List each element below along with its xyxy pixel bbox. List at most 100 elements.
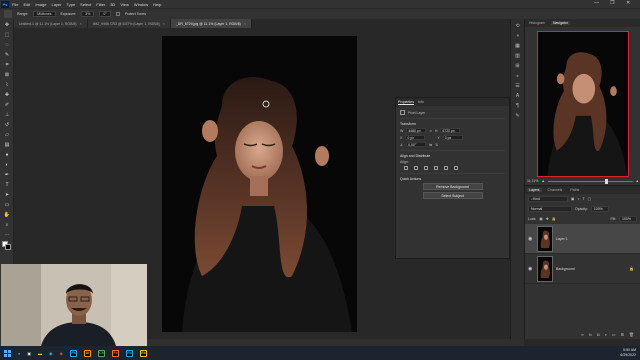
layer-row-background[interactable]: ◉ Background 🔒 <box>525 254 640 284</box>
menu-window[interactable]: Window <box>134 2 148 7</box>
quick-select-tool-icon[interactable]: ✎ <box>3 51 11 59</box>
angle-field[interactable]: 0.00° <box>406 142 427 147</box>
search-icon[interactable]: ⌕ <box>18 351 20 356</box>
navigator-zoom-value[interactable]: 11.11% <box>527 179 538 183</box>
file-explorer-icon[interactable]: ▬ <box>38 351 42 356</box>
photoshop-logo[interactable]: Ps <box>1 0 9 8</box>
healing-tool-icon[interactable]: ✚ <box>3 91 11 99</box>
layer-name[interactable]: Layer 1 <box>556 237 568 241</box>
menu-filter[interactable]: Filter <box>96 2 105 7</box>
align-center-v-icon[interactable] <box>444 166 448 170</box>
tab-dr-5729[interactable]: _DR_5729.jpg @ 11.1% (Layer 1, RGB/8) × <box>170 19 252 28</box>
gradient-tool-icon[interactable]: ▤ <box>3 141 11 149</box>
taskbar-app-ps-icon[interactable]: Ps <box>70 349 78 357</box>
fx-icon[interactable]: fx <box>589 332 592 337</box>
menu-edit[interactable]: Edit <box>23 2 30 7</box>
taskbar-app-ai-icon[interactable]: Ai <box>84 349 92 357</box>
libraries-icon[interactable]: ☰ <box>515 83 521 89</box>
clone-stamp-tool-icon[interactable]: ⊥ <box>3 111 11 119</box>
tab-properties[interactable]: Properties <box>398 100 414 105</box>
protect-tones-checkbox[interactable] <box>115 12 120 16</box>
new-layer-icon[interactable]: ⊞ <box>621 332 624 337</box>
menu-view[interactable]: View <box>120 2 129 7</box>
gradients-icon[interactable]: ▥ <box>515 53 521 59</box>
brush-tool-icon[interactable]: ✐ <box>3 101 11 109</box>
exposure-field[interactable]: 3% <box>81 11 95 17</box>
brushes-icon[interactable]: ✎ <box>515 113 521 119</box>
width-field[interactable]: 4480 px <box>406 128 427 133</box>
eyedropper-tool-icon[interactable]: ⌇ <box>3 81 11 89</box>
layer-filter-kind[interactable]: ⌕ Kind <box>528 196 568 202</box>
hand-tool-icon[interactable]: ✋ <box>3 211 11 219</box>
lock-all-icon[interactable]: 🔒 <box>552 217 556 221</box>
blur-tool-icon[interactable]: ● <box>3 151 11 159</box>
layer-row-layer-1[interactable]: ◉ Layer 1 <box>525 224 640 254</box>
edge-icon[interactable]: ◉ <box>49 351 53 356</box>
move-tool-icon[interactable]: ✥ <box>3 21 11 29</box>
patterns-icon[interactable]: ⊞ <box>515 63 521 69</box>
adjustments-icon[interactable]: ◒ <box>515 73 521 79</box>
tab-untitled-1[interactable]: Untitled-1 @ 11.1% (Layer 1, RGB/8) × <box>14 19 88 28</box>
crop-tool-icon[interactable]: ⌗ <box>3 61 11 69</box>
close-tab-icon[interactable]: × <box>163 22 165 26</box>
tab-img-9906[interactable]: IMG_9906.CR3 @ 8.87% (Layer 1, RGB/8) × <box>87 19 171 28</box>
minimize-button[interactable]: — <box>594 0 599 6</box>
menu-file[interactable]: File <box>12 2 18 7</box>
visibility-eye-icon[interactable]: ◉ <box>528 266 534 272</box>
tab-navigator[interactable]: Navigator <box>550 21 570 25</box>
close-tab-icon[interactable]: × <box>80 22 82 26</box>
link-icon[interactable]: ∞ <box>429 129 432 133</box>
document-canvas-photo[interactable] <box>162 36 357 332</box>
filter-adjustment-icon[interactable]: ◑ <box>577 197 579 201</box>
more-tools-icon[interactable]: ⋯ <box>3 231 11 239</box>
adjustment-layer-icon[interactable]: ◑ <box>604 332 606 337</box>
background-color-swatch[interactable] <box>5 244 11 250</box>
swatches-icon[interactable]: ▦ <box>515 43 521 49</box>
tab-histogram[interactable]: Histogram <box>527 21 547 25</box>
new-group-icon[interactable]: ▭ <box>612 332 616 337</box>
paragraph-icon[interactable]: ¶ <box>515 103 521 109</box>
y-field[interactable]: 0 px <box>442 135 463 140</box>
menu-image[interactable]: Image <box>35 2 46 7</box>
layer-name[interactable]: Background <box>556 267 575 271</box>
windows-start-icon[interactable] <box>4 349 11 357</box>
close-button[interactable]: ✕ <box>626 0 630 6</box>
frame-tool-icon[interactable]: ⊠ <box>3 71 11 79</box>
burn-tool-preset-icon[interactable] <box>4 10 12 18</box>
tab-layers[interactable]: Layers <box>527 188 542 192</box>
blend-mode-dropdown[interactable]: Normal <box>528 206 572 212</box>
system-tray[interactable]: 5:50 AM 6/29/2022 <box>620 348 636 358</box>
eraser-tool-icon[interactable]: ▱ <box>3 131 11 139</box>
maximize-button[interactable]: ❐ <box>610 0 614 6</box>
menu-type[interactable]: Type <box>67 2 76 7</box>
taskbar-app-ch-icon[interactable]: Ch <box>98 349 106 357</box>
align-bottom-icon[interactable] <box>454 166 458 170</box>
task-view-icon[interactable]: ▣ <box>27 351 31 356</box>
dodge-tool-icon[interactable]: ◐ <box>3 161 11 169</box>
align-top-icon[interactable] <box>434 166 438 170</box>
angle-field[interactable]: 0° <box>99 11 111 17</box>
align-right-icon[interactable] <box>424 166 428 170</box>
menu-layer[interactable]: Layer <box>51 2 61 7</box>
marquee-tool-icon[interactable]: ⬚ <box>3 31 11 39</box>
filter-type-icon[interactable]: T <box>582 197 584 201</box>
remove-background-button[interactable]: Remove Background <box>422 183 483 190</box>
zoom-in-icon[interactable]: ▲ <box>636 179 639 183</box>
zoom-tool-icon[interactable]: ⌕ <box>3 221 11 229</box>
taskbar-app-ex-icon[interactable]: Ex <box>140 349 148 357</box>
link-layers-icon[interactable]: ∞ <box>581 332 584 337</box>
chrome-icon[interactable]: ◉ <box>60 351 64 356</box>
character-icon[interactable]: A <box>515 93 521 99</box>
height-field[interactable]: 6720 px <box>440 128 461 133</box>
range-dropdown[interactable]: Midtones <box>33 11 56 17</box>
path-select-tool-icon[interactable]: ➤ <box>3 191 11 199</box>
flip-horizontal-icon[interactable]: ⇆ <box>429 143 432 147</box>
menu-help[interactable]: Help <box>153 2 161 7</box>
visibility-eye-icon[interactable]: ◉ <box>528 236 534 242</box>
tab-paths[interactable]: Paths <box>568 188 581 192</box>
fill-field[interactable]: 100% <box>619 216 637 222</box>
select-subject-button[interactable]: Select Subject <box>422 192 483 199</box>
pen-tool-icon[interactable]: ✒ <box>3 171 11 179</box>
tab-info[interactable]: Info <box>418 100 424 104</box>
history-icon[interactable]: ⟲ <box>515 23 521 29</box>
